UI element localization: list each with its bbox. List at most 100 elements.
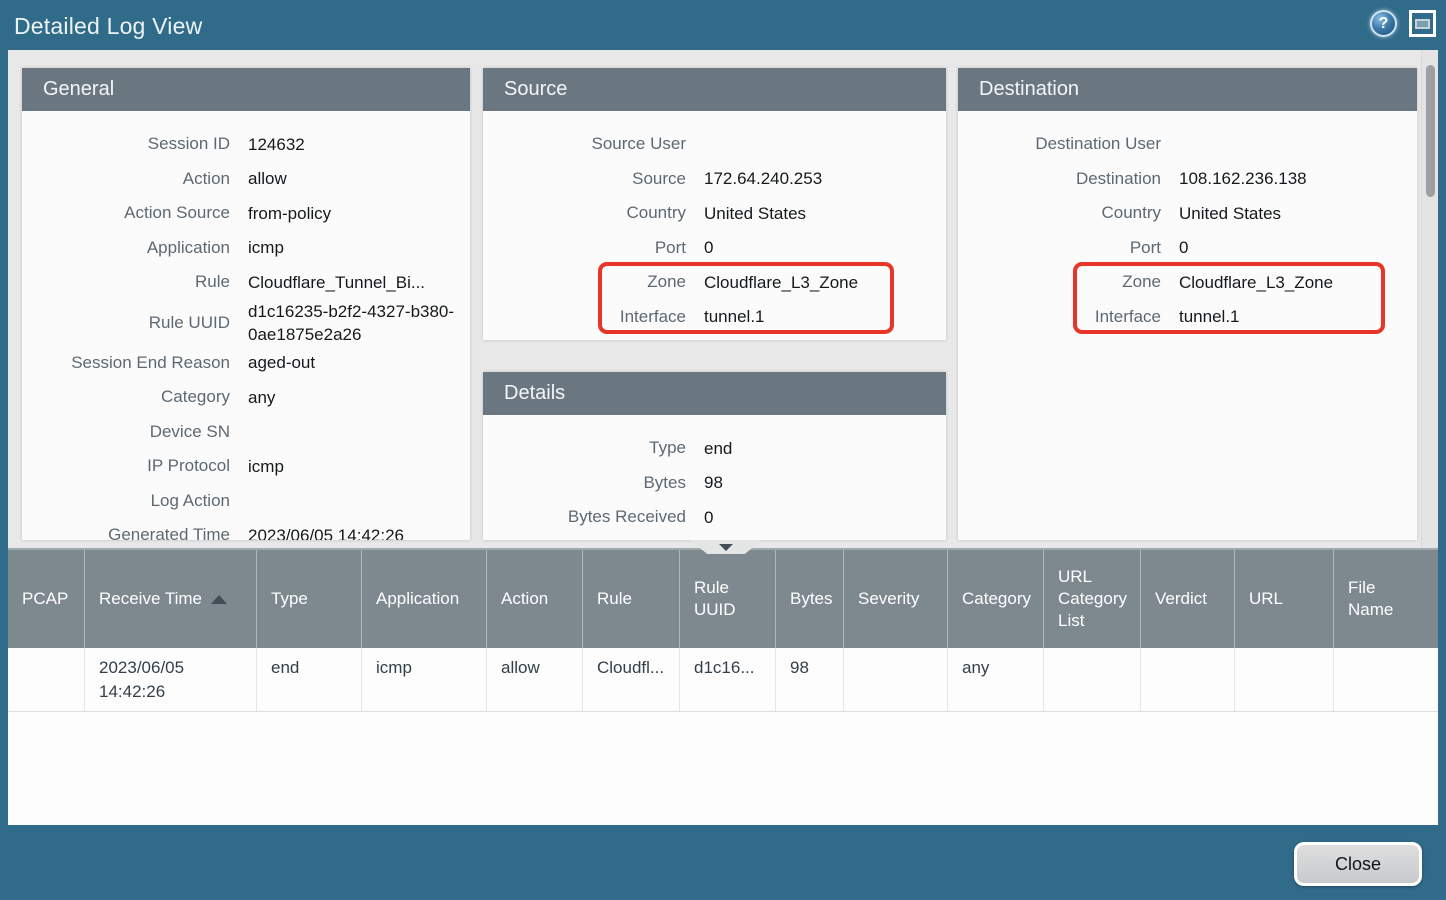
field-row: Generated Time2023/06/05 14:42:26 <box>22 518 470 540</box>
field-row: IP Protocolicmp <box>22 449 470 484</box>
field-label: IP Protocol <box>22 456 230 476</box>
column-header-pcap[interactable]: PCAP <box>8 550 85 648</box>
field-value: 2023/06/05 14:42:26 <box>230 524 468 540</box>
cell-url-category-list <box>1044 648 1141 711</box>
field-label: Device SN <box>22 422 230 442</box>
cell-pcap <box>8 648 85 711</box>
column-header-severity[interactable]: Severity <box>844 550 948 648</box>
chevron-down-icon <box>719 544 733 551</box>
dialog-title: Detailed Log View <box>14 13 202 40</box>
field-label: Application <box>22 238 230 258</box>
column-header-url[interactable]: URL <box>1235 550 1334 648</box>
column-header-verdict[interactable]: Verdict <box>1141 550 1235 648</box>
field-row: Destination108.162.236.138 <box>958 162 1417 197</box>
column-header-rule[interactable]: Rule <box>583 550 680 648</box>
field-value: Cloudflare_Tunnel_Bi... <box>230 271 468 294</box>
field-label: Action <box>22 169 230 189</box>
field-row: Source172.64.240.253 <box>483 162 946 197</box>
field-label: Source <box>483 169 686 189</box>
field-row: Session End Reasonaged-out <box>22 346 470 381</box>
field-value: aged-out <box>230 351 468 374</box>
field-value: Cloudflare_L3_Zone <box>686 271 946 294</box>
field-label: Source User <box>483 134 686 154</box>
field-value: allow <box>230 167 468 190</box>
field-row: Bytes Received0 <box>483 500 946 535</box>
field-value: icmp <box>230 455 468 478</box>
log-table: PCAP Receive Time Type Application Actio… <box>8 548 1438 825</box>
column-header-file-name[interactable]: File Name <box>1334 550 1438 648</box>
column-header-category[interactable]: Category <box>948 550 1044 648</box>
field-label: Bytes <box>483 473 686 493</box>
panel-general-header: General <box>22 68 470 111</box>
field-label: Rule <box>22 272 230 292</box>
titlebar-icons: ? <box>1370 10 1436 37</box>
field-value: United States <box>686 202 946 225</box>
field-row: Port0 <box>958 231 1417 266</box>
field-row: Destination User <box>958 127 1417 162</box>
column-header-receive-time[interactable]: Receive Time <box>85 550 257 648</box>
help-icon[interactable]: ? <box>1370 10 1397 37</box>
column-header-bytes[interactable]: Bytes <box>776 550 844 648</box>
log-table-header: PCAP Receive Time Type Application Actio… <box>8 548 1438 648</box>
cell-application: icmp <box>362 648 487 711</box>
field-label: Log Action <box>22 491 230 511</box>
field-label: Generated Time <box>22 525 230 540</box>
field-value: 98 <box>686 471 946 494</box>
field-value: 0 <box>686 236 946 259</box>
field-label: Session ID <box>22 134 230 154</box>
column-header-label: Rule UUID <box>694 577 761 621</box>
sort-ascending-icon <box>211 595 227 604</box>
field-label: Interface <box>958 307 1161 327</box>
field-row: Source User <box>483 127 946 162</box>
column-header-rule-uuid[interactable]: Rule UUID <box>680 550 776 648</box>
column-header-application[interactable]: Application <box>362 550 487 648</box>
field-label: Bytes Received <box>483 507 686 527</box>
field-label: Port <box>958 238 1161 258</box>
field-row: Rule UUIDd1c16235-b2f2-4327-b380-0ae1875… <box>22 300 470 346</box>
column-header-action[interactable]: Action <box>487 550 583 648</box>
restore-window-icon[interactable] <box>1409 10 1436 37</box>
cell-rule: Cloudfl... <box>583 648 680 711</box>
panel-source: Source Source User Source172.64.240.253 … <box>483 68 946 340</box>
column-header-label: Application <box>376 588 459 610</box>
field-row: CountryUnited States <box>483 196 946 231</box>
column-header-label: Category <box>962 588 1031 610</box>
field-label: Destination <box>958 169 1161 189</box>
field-row: Session ID124632 <box>22 127 470 162</box>
panel-destination: Destination Destination User Destination… <box>958 68 1417 540</box>
field-row: ZoneCloudflare_L3_Zone <box>483 265 946 300</box>
close-button[interactable]: Close <box>1294 842 1422 886</box>
cell-rule-uuid: d1c16... <box>680 648 776 711</box>
field-row: Actionallow <box>22 162 470 197</box>
field-row: Interfacetunnel.1 <box>483 300 946 335</box>
panel-details: Details Typeend Bytes98 Bytes Received0 <box>483 372 946 540</box>
field-row: Action Sourcefrom-policy <box>22 196 470 231</box>
column-header-label: Type <box>271 588 308 610</box>
field-row: Port0 <box>483 231 946 266</box>
field-row: ZoneCloudflare_L3_Zone <box>958 265 1417 300</box>
cell-severity <box>844 648 948 711</box>
panel-destination-body: Destination User Destination108.162.236.… <box>958 111 1417 334</box>
field-label: Port <box>483 238 686 258</box>
field-value: icmp <box>230 236 468 259</box>
cell-file-name <box>1334 648 1438 711</box>
field-label: Zone <box>483 272 686 292</box>
content-scrollbar[interactable] <box>1421 50 1438 548</box>
field-row: Bytes98 <box>483 466 946 501</box>
field-value: any <box>230 386 468 409</box>
field-label: Rule UUID <box>22 313 230 333</box>
field-label: Category <box>22 387 230 407</box>
cell-receive-time: 2023/06/05 14:42:26 <box>85 648 257 711</box>
column-header-type[interactable]: Type <box>257 550 362 648</box>
log-table-row[interactable]: 2023/06/05 14:42:26 end icmp allow Cloud… <box>8 648 1438 712</box>
field-label: Session End Reason <box>22 353 230 373</box>
column-header-label: Bytes <box>790 588 833 610</box>
column-header-url-category-list[interactable]: URL Category List <box>1044 550 1141 648</box>
column-header-label: PCAP <box>22 588 68 610</box>
content-scrollbar-thumb[interactable] <box>1426 65 1435 197</box>
column-header-label: Action <box>501 588 548 610</box>
field-value: from-policy <box>230 202 468 225</box>
field-row: Applicationicmp <box>22 231 470 266</box>
field-row: Interfacetunnel.1 <box>958 300 1417 335</box>
field-label: Interface <box>483 307 686 327</box>
